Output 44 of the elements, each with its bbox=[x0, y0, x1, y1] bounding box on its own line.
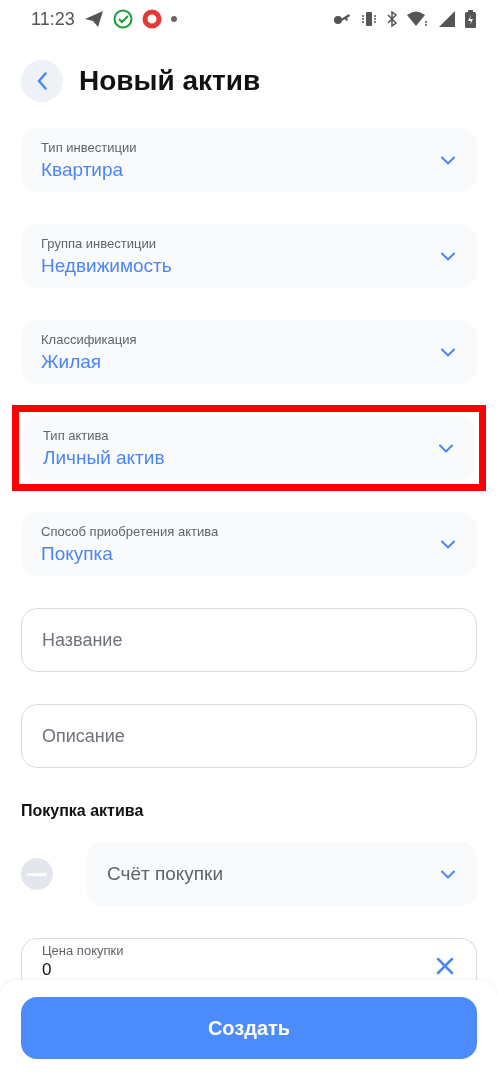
field-value: Личный актив bbox=[43, 446, 166, 469]
field-label: Группа инвестиции bbox=[41, 235, 157, 251]
chevron-down-icon bbox=[441, 347, 455, 357]
signal-icon bbox=[439, 11, 455, 27]
field-value: 0 bbox=[42, 960, 53, 979]
status-time: 11:23 bbox=[31, 8, 75, 30]
field-placeholder: Счёт покупки bbox=[107, 863, 225, 885]
field-label: Тип актива bbox=[43, 427, 110, 443]
field-value: Недвижимость bbox=[41, 254, 173, 277]
select-field[interactable]: Счёт покупки bbox=[87, 842, 477, 906]
field-label: Тип инвестиции bbox=[41, 139, 138, 155]
select-field[interactable]: Группа инвестиции Недвижимость bbox=[21, 224, 477, 288]
chevron-left-icon bbox=[37, 72, 47, 90]
field-value: Квартира bbox=[41, 158, 125, 181]
field-label: Способ приобретения актива bbox=[41, 523, 220, 539]
input-field[interactable]: Описание bbox=[21, 704, 477, 768]
bluetooth-icon bbox=[387, 11, 397, 27]
field-value: Покупка bbox=[41, 542, 114, 565]
chevron-down-icon bbox=[441, 869, 455, 879]
section-title: Покупка актива bbox=[21, 802, 145, 820]
check-circle-icon bbox=[112, 9, 133, 29]
select-field[interactable]: Тип инвестиции Квартира bbox=[21, 128, 477, 192]
select-field[interactable]: Классификация Жилая bbox=[21, 320, 477, 384]
page-title: Новый актив bbox=[79, 65, 261, 97]
close-icon[interactable] bbox=[436, 957, 454, 975]
ring-icon bbox=[141, 9, 162, 29]
chevron-down-icon bbox=[441, 539, 455, 549]
select-field[interactable]: Тип актива Личный актив bbox=[23, 416, 475, 480]
vibrate-icon bbox=[361, 11, 377, 27]
input-field[interactable]: Название bbox=[21, 608, 477, 672]
select-field[interactable]: Способ приобретения актива Покупка bbox=[21, 512, 477, 576]
chevron-down-icon bbox=[439, 443, 453, 453]
battery-charging-icon bbox=[465, 10, 476, 28]
chevron-down-icon bbox=[441, 251, 455, 261]
key-icon bbox=[333, 13, 351, 25]
chevron-down-icon bbox=[441, 155, 455, 165]
field-label: Классификация bbox=[41, 331, 138, 347]
create-button[interactable]: Создать bbox=[21, 997, 477, 1059]
back-button[interactable] bbox=[21, 60, 63, 102]
paper-plane-icon bbox=[83, 10, 104, 28]
field-label: Цена покупки bbox=[42, 943, 125, 958]
dot-icon bbox=[170, 16, 177, 22]
wifi-icon bbox=[407, 11, 429, 27]
field-value: Жилая bbox=[41, 350, 103, 373]
